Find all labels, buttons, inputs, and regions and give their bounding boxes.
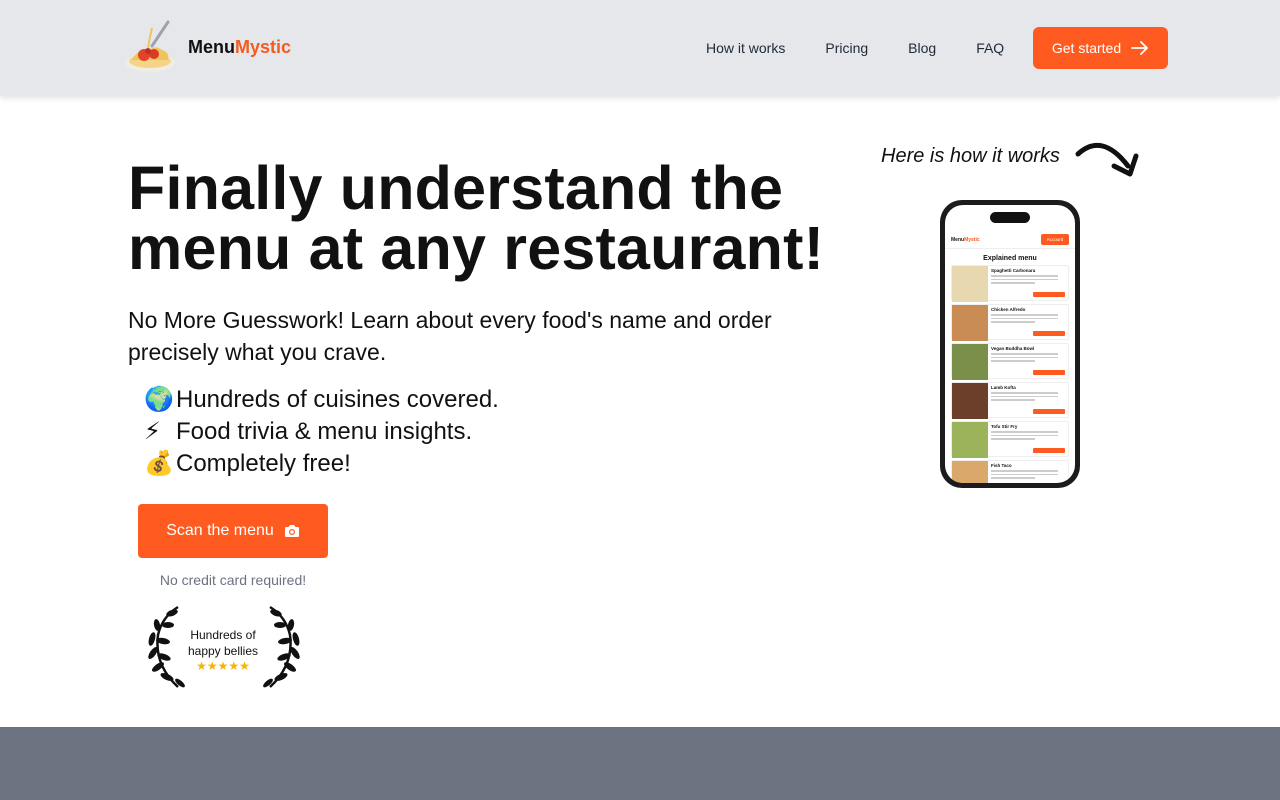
phone-menu-item-info: Vegan Buddha Bowl	[988, 344, 1068, 378]
phone-menu-item-button	[1033, 370, 1065, 375]
site-header: MenuMystic How it works Pricing Blog FAQ…	[0, 0, 1280, 96]
money-bag-icon: 💰	[144, 450, 174, 477]
brand-name-part1: Menu	[188, 36, 235, 57]
phone-menu-item-name: Lamb Kofta	[991, 385, 1016, 390]
phone-menu-item: Fish Taco	[951, 460, 1069, 483]
no-credit-card-note: No credit card required!	[159, 572, 307, 588]
text-placeholder-line	[991, 477, 1036, 479]
phone-menu-item-info: Lamb Kofta	[988, 383, 1068, 417]
food-thumbnail	[952, 344, 988, 380]
scan-menu-label: Scan the menu	[166, 522, 274, 539]
text-placeholder-line	[991, 392, 1058, 394]
text-placeholder-line	[991, 317, 1058, 319]
phone-screen: MenuMystic Account Explained menu Spaghe…	[945, 205, 1075, 483]
food-thumbnail	[952, 461, 988, 483]
phone-menu-item-name: Spaghetti Carbonara	[991, 268, 1036, 273]
brand-name: MenuMystic	[188, 37, 291, 58]
feature-text: Completely free!	[176, 450, 351, 477]
main-nav: How it works Pricing Blog FAQ	[680, 27, 1024, 69]
spaghetti-icon	[124, 18, 180, 76]
get-started-label: Get started	[1051, 40, 1122, 56]
dynamic-island	[990, 212, 1030, 223]
phone-menu-item: Tofu Stir Fry	[951, 421, 1069, 458]
text-placeholder-line	[991, 431, 1058, 433]
text-placeholder-line	[991, 282, 1036, 284]
phone-menu-item-name: Tofu Stir Fry	[991, 424, 1018, 429]
social-proof-badge: Hundreds of happy bellies	[172, 627, 274, 659]
food-thumbnail	[952, 383, 988, 419]
phone-mockup: MenuMystic Account Explained menu Spaghe…	[940, 200, 1080, 488]
star-rating: ★★★★★	[196, 659, 250, 673]
phone-brand: MenuMystic	[951, 237, 980, 243]
phone-app-bar: MenuMystic Account	[945, 231, 1075, 249]
how-it-works-label: Here is how it works	[881, 145, 1060, 167]
food-thumbnail	[952, 266, 988, 302]
phone-brand-part2: Mystic	[964, 236, 980, 243]
phone-menu-item-info: Chicken Alfredo	[988, 305, 1068, 339]
scan-menu-button[interactable]: Scan the menu	[138, 504, 328, 558]
phone-menu-item-button	[1033, 331, 1065, 336]
badge-line-1: Hundreds of	[190, 628, 256, 642]
feature-item: ⚡ Food trivia & menu insights.	[144, 416, 499, 448]
globe-icon: 🌍	[144, 386, 174, 413]
get-started-button[interactable]: Get started	[1033, 27, 1168, 69]
nav-pricing[interactable]: Pricing	[825, 40, 868, 56]
text-placeholder-line	[991, 434, 1058, 436]
nav-faq[interactable]: FAQ	[976, 40, 1004, 56]
text-placeholder-line	[991, 356, 1058, 358]
phone-menu-item-name: Vegan Buddha Bowl	[991, 346, 1035, 351]
phone-menu-item-info: Tofu Stir Fry	[988, 422, 1068, 456]
phone-menu-item: Chicken Alfredo	[951, 304, 1069, 341]
phone-menu-item: Vegan Buddha Bowl	[951, 343, 1069, 380]
text-placeholder-line	[991, 399, 1036, 401]
text-placeholder-line	[991, 314, 1058, 316]
lightning-icon: ⚡	[144, 418, 161, 445]
nav-blog[interactable]: Blog	[908, 40, 936, 56]
phone-menu-item-name: Fish Taco	[991, 463, 1012, 468]
phone-brand-part1: Menu	[951, 236, 965, 243]
phone-menu-heading: Explained menu	[983, 255, 1037, 262]
curved-arrow-icon	[1075, 143, 1139, 177]
brand-name-part2: Mystic	[235, 36, 292, 57]
phone-menu-item: Spaghetti Carbonara	[951, 265, 1069, 302]
text-placeholder-line	[991, 473, 1058, 475]
phone-menu-list: Spaghetti Carbonara Chicken Alfredo Vegan …	[945, 265, 1075, 483]
feature-item: 🌍 Hundreds of cuisines covered.	[144, 384, 499, 416]
hero-title: Finally understand the menu at any resta…	[128, 154, 825, 282]
nav-how-it-works[interactable]: How it works	[706, 40, 785, 56]
text-placeholder-line	[991, 321, 1036, 323]
feature-text: Food trivia & menu insights.	[176, 418, 473, 445]
feature-list: 🌍 Hundreds of cuisines covered. ⚡ Food t…	[144, 384, 499, 480]
logo-link[interactable]: MenuMystic	[124, 18, 291, 76]
hero-subtitle: No More Guesswork! Learn about every foo…	[128, 307, 772, 365]
text-placeholder-line	[991, 275, 1058, 277]
phone-account-button: Account	[1040, 234, 1069, 245]
phone-menu-item: Lamb Kofta	[951, 382, 1069, 419]
footer-section	[0, 727, 1280, 800]
phone-menu-item-info: Spaghetti Carbonara	[988, 266, 1068, 300]
text-placeholder-line	[991, 278, 1058, 280]
food-thumbnail	[952, 305, 988, 341]
phone-menu-item-info: Fish Taco	[988, 461, 1068, 483]
badge-line-2: happy bellies	[187, 644, 259, 658]
feature-item: 💰 Completely free!	[144, 448, 499, 480]
arrow-right-icon	[1131, 41, 1149, 55]
phone-menu-item-button	[1033, 448, 1065, 453]
food-thumbnail	[952, 422, 988, 458]
text-placeholder-line	[991, 395, 1058, 397]
phone-menu-item-button	[1033, 409, 1065, 414]
camera-icon	[284, 525, 299, 537]
phone-menu-item-name: Chicken Alfredo	[991, 307, 1026, 312]
phone-status-bar	[945, 205, 1075, 231]
text-placeholder-line	[991, 438, 1036, 440]
text-placeholder-line	[991, 470, 1058, 472]
feature-text: Hundreds of cuisines covered.	[176, 386, 499, 413]
text-placeholder-line	[991, 353, 1058, 355]
text-placeholder-line	[991, 360, 1036, 362]
phone-menu-item-button	[1033, 292, 1065, 297]
